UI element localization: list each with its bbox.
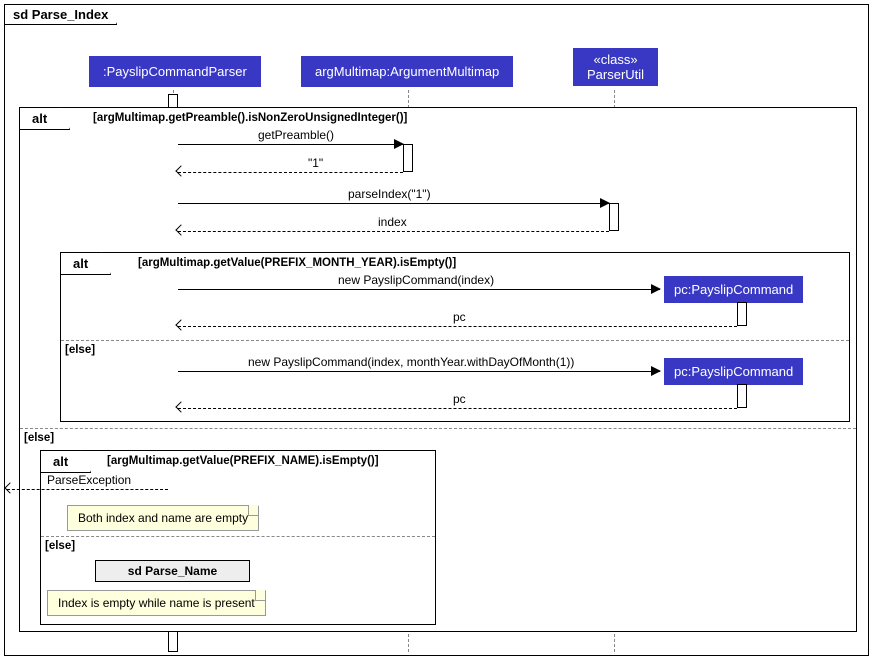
alt-label-outer: alt <box>19 107 70 130</box>
message-getpreamble-return: "1" <box>178 172 403 173</box>
alt-divider-outer <box>20 428 856 429</box>
diagram-title: sd Parse_Index <box>4 4 117 25</box>
message-getpreamble-return-label: "1" <box>308 156 323 170</box>
alt-guard-inner: [argMultimap.getValue(PREFIX_MONTH_YEAR)… <box>138 257 456 269</box>
message-getpreamble-label: getPreamble() <box>258 128 334 142</box>
alt-divider-name <box>41 536 435 537</box>
message-getpreamble: getPreamble() <box>178 144 403 145</box>
message-parseindex-return-label: index <box>378 215 407 229</box>
ref-parse-name-label: sd Parse_Name <box>96 561 249 578</box>
participant-multimap: argMultimap:ArgumentMultimap <box>301 56 513 87</box>
activation-pc2 <box>737 384 747 408</box>
alt-guard-name: [argMultimap.getValue(PREFIX_NAME).isEmp… <box>107 455 379 467</box>
message-parseindex-label: parseIndex("1") <box>348 187 431 201</box>
participant-pc1: pc:PayslipCommand <box>664 276 803 303</box>
alt-label-inner: alt <box>60 252 111 275</box>
message-parseindex: parseIndex("1") <box>178 203 609 204</box>
message-pc2-return: pc <box>178 408 737 409</box>
note-both-empty: Both index and name are empty <box>67 505 259 531</box>
activation-util-1 <box>609 203 619 231</box>
message-new-pc1-label: new PayslipCommand(index) <box>338 273 494 287</box>
participant-util-name: ParserUtil <box>587 67 644 82</box>
message-pc1-return-label: pc <box>453 310 466 324</box>
note-index-empty: Index is empty while name is present <box>47 590 266 616</box>
message-pc1-return: pc <box>178 326 737 327</box>
activation-pc1 <box>737 302 747 326</box>
message-new-pc1: new PayslipCommand(index) <box>178 289 660 290</box>
else-outer: [else] <box>24 432 54 444</box>
message-parseindex-return: index <box>178 231 609 232</box>
alt-divider-inner <box>61 340 849 341</box>
else-inner: [else] <box>65 344 95 356</box>
message-new-pc2: new PayslipCommand(index, monthYear.with… <box>178 371 660 372</box>
message-parseexception: ParseException <box>7 489 168 490</box>
participant-util-stereotype: «class» <box>587 52 644 67</box>
else-name: [else] <box>45 540 75 552</box>
activation-multimap-1 <box>403 144 413 172</box>
message-pc2-return-label: pc <box>453 392 466 406</box>
message-parseexception-label: ParseException <box>47 473 131 487</box>
alt-label-name: alt <box>40 450 91 473</box>
ref-parse-name: sd Parse_Name <box>95 560 250 582</box>
alt-guard-outer: [argMultimap.getPreamble().isNonZeroUnsi… <box>93 112 407 124</box>
message-new-pc2-label: new PayslipCommand(index, monthYear.with… <box>248 355 574 369</box>
participant-pc2: pc:PayslipCommand <box>664 358 803 385</box>
participant-util: «class» ParserUtil <box>573 48 658 86</box>
participant-parser: :PayslipCommandParser <box>89 56 261 87</box>
